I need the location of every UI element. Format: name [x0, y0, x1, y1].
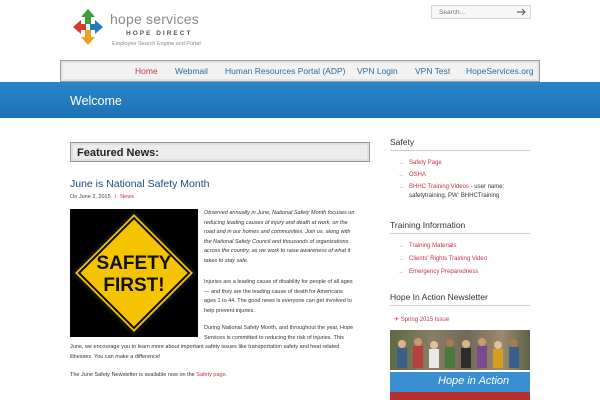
newsletter-cover-title: Hope in Action — [438, 375, 510, 387]
post-date: On June 2, 2015 — [70, 194, 111, 200]
search-arrow-icon[interactable] — [515, 7, 527, 17]
main-nav: Home Webmail Human Resources Portal (ADP… — [60, 60, 540, 82]
safety-first-image: SAFETY FIRST! — [70, 209, 198, 337]
newsletter-title-bar: Hope in Action — [390, 372, 530, 392]
safety-sign-icon: SAFETY FIRST! — [70, 209, 198, 337]
nav-hopeservices-org[interactable]: HopeServices.org — [466, 66, 534, 76]
post-paragraph-2: Injuries are a leading cause of disabili… — [204, 279, 353, 314]
safety-page-link[interactable]: Safety page — [196, 372, 225, 378]
featured-news-title: Featured News: — [77, 147, 159, 159]
sidebar-heading-newsletter: Hope In Action Newsletter — [390, 292, 488, 302]
newsletter-note: The June Safety Newsletter is available … — [70, 372, 228, 378]
post-paragraph-1: Observed annually in June, National Safe… — [204, 210, 355, 264]
search-input[interactable] — [432, 6, 514, 18]
sidebar-heading-training: Training Information — [390, 220, 466, 230]
sidebar-divider — [390, 150, 530, 151]
arrow-bullet-icon: → — [398, 269, 404, 275]
arrow-bullet-icon: → — [398, 243, 404, 249]
logo-arrows-icon — [73, 9, 103, 45]
sidebar-heading-safety: Safety — [390, 137, 415, 147]
nav-vpn-login[interactable]: VPN Login — [357, 66, 398, 76]
logo-subtitle: HOPE DIRECT — [126, 30, 193, 37]
logo-tagline: Employee Search Engine and Portal — [112, 41, 201, 47]
sidebar-divider — [390, 233, 530, 234]
page-title: Welcome — [70, 94, 122, 108]
welcome-banner: Welcome — [0, 82, 600, 118]
post-category-link[interactable]: News — [120, 194, 134, 200]
post-paragraph-3b: June, we encourage you to learn more abo… — [70, 344, 340, 360]
site-logo[interactable]: hope services HOPE DIRECT Employee Searc… — [70, 6, 220, 52]
pin-icon: ✈ — [394, 317, 400, 323]
featured-news-header: Featured News: — [70, 142, 370, 162]
newsletter-red-band — [390, 392, 530, 400]
nav-webmail[interactable]: Webmail — [175, 66, 208, 76]
site-header: hope services HOPE DIRECT Employee Searc… — [0, 0, 600, 60]
group-photo-icon — [397, 338, 519, 368]
logo-name: hope services — [110, 11, 199, 27]
sign-text-safety: SAFETY — [97, 253, 172, 274]
sidebar-divider — [390, 305, 530, 306]
sign-text-first: FIRST! — [103, 275, 164, 296]
newsletter-thumbnail[interactable]: ✈ Spring 2015 Issue Hope in Action — [390, 314, 530, 400]
arrow-bullet-icon: → — [398, 160, 404, 166]
nav-hr-portal[interactable]: Human Resources Portal (ADP) — [225, 66, 345, 76]
arrow-bullet-icon: → — [398, 184, 404, 190]
search-box — [431, 5, 531, 19]
nav-home[interactable]: Home — [135, 66, 158, 76]
newsletter-issue-label: ✈ Spring 2015 Issue — [394, 317, 450, 323]
nav-vpn-test[interactable]: VPN Test — [415, 66, 450, 76]
meta-separator: / — [114, 194, 117, 200]
arrow-bullet-icon: → — [398, 172, 404, 178]
post-meta: On June 2, 2015/News — [70, 194, 134, 200]
post-paragraph-3a: During National Safety Month, and throug… — [204, 325, 354, 341]
post-title[interactable]: June is National Safety Month — [70, 178, 210, 190]
arrow-bullet-icon: → — [398, 256, 404, 262]
